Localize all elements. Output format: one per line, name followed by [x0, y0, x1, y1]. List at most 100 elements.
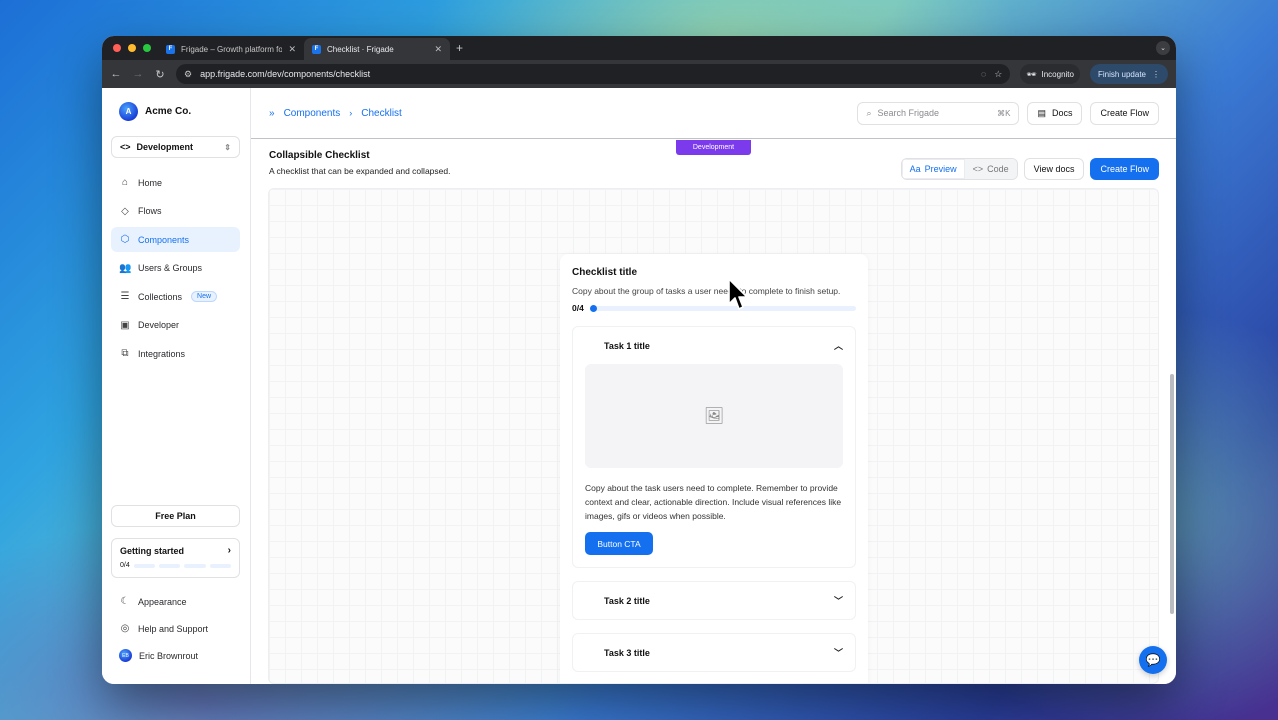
- sidebar-item-collections[interactable]: ☰ Collections New: [111, 284, 240, 309]
- breadcrumb-components[interactable]: Components: [284, 108, 341, 119]
- chevron-down-icon[interactable]: ﹀: [834, 594, 843, 607]
- close-window-button[interactable]: [113, 44, 121, 52]
- org-switcher[interactable]: A Acme Co.: [102, 88, 250, 121]
- sidebar-item-integrations[interactable]: ⧉ Integrations: [111, 341, 240, 366]
- task-cta-button[interactable]: Button CTA: [585, 532, 653, 555]
- tab-title: Frigade – Growth platform fo: [181, 44, 283, 54]
- sidebar-item-help[interactable]: ◎ Help and Support: [111, 616, 240, 641]
- finish-update-button[interactable]: Finish update ⋮: [1089, 64, 1168, 84]
- org-avatar: A: [119, 102, 138, 121]
- task-description: Copy about the task users need to comple…: [585, 483, 842, 521]
- minimize-window-button[interactable]: [128, 44, 136, 52]
- free-plan-button[interactable]: Free Plan: [111, 505, 240, 527]
- new-tab-icon[interactable]: +: [456, 41, 463, 55]
- forward-arrow-icon[interactable]: →: [132, 68, 144, 80]
- breadcrumb: » Components › Checklist: [269, 108, 402, 119]
- tab-preview[interactable]: Aa Preview: [901, 159, 965, 179]
- task-title: Task 1 title: [604, 340, 650, 351]
- create-flow-button[interactable]: Create Flow: [1090, 158, 1159, 180]
- checklist-progress: 0/4: [572, 303, 856, 313]
- sidebar-bottom-nav: ☾ Appearance ◎ Help and Support EB Eric …: [102, 589, 250, 670]
- progress-segment: [184, 563, 206, 568]
- sidebar-item-users-groups[interactable]: 👥 Users & Groups: [111, 256, 240, 281]
- maximize-window-button[interactable]: [143, 44, 151, 52]
- task-header[interactable]: Task 2 title ﹀: [573, 582, 855, 619]
- checklist-card: Checklist title Copy about the group of …: [560, 254, 868, 683]
- bookmark-star-icon[interactable]: ☆: [994, 69, 1002, 80]
- user-name: Eric Brownrout: [139, 650, 199, 661]
- view-docs-button[interactable]: View docs: [1023, 158, 1085, 180]
- chevron-down-icon[interactable]: ﹀: [834, 646, 843, 659]
- double-chevron-icon[interactable]: »: [269, 108, 275, 119]
- section-title: Collapsible Checklist: [269, 150, 370, 161]
- chat-icon: 💬: [1145, 653, 1161, 667]
- sidebar-nav: ⌂ Home ◇ Flows ⬡ Components 👥 Users & Gr…: [102, 170, 250, 366]
- environment-pill: Development: [676, 140, 751, 155]
- app-root: A Acme Co. <> Development ⇕ ⌂ Home ◇ Flo…: [102, 88, 1176, 684]
- tab-code[interactable]: <> Code: [964, 159, 1017, 179]
- lifebuoy-icon: ◎: [120, 623, 130, 634]
- search-shortcut: ⌘K: [997, 108, 1011, 118]
- sidebar-item-label: Integrations: [138, 348, 186, 359]
- tab-search-icon[interactable]: ⌄: [1156, 41, 1170, 55]
- code-brackets-icon: <>: [120, 142, 131, 152]
- image-placeholder: 🖼: [585, 364, 843, 468]
- task-title: Task 3 title: [604, 647, 650, 658]
- incognito-indicator[interactable]: 🕶 Incognito: [1020, 64, 1080, 84]
- task-item: Task 3 title ﹀: [572, 633, 856, 672]
- task-header[interactable]: Task 3 title ﹀: [573, 634, 855, 671]
- address-bar[interactable]: ⚙ app.frigade.com/dev/components/checkli…: [176, 64, 1011, 84]
- task-item: Task 1 title ︿ 🖼 Copy about the task use…: [572, 326, 856, 568]
- browser-tab-active[interactable]: F Checklist · Frigade ✕: [304, 38, 450, 60]
- top-bar: » Components › Checklist ⌕ Search Frigad…: [251, 88, 1176, 139]
- close-tab-icon[interactable]: ✕: [434, 44, 442, 55]
- frigade-favicon-icon: F: [166, 44, 175, 54]
- text-icon: Aa: [909, 164, 921, 174]
- more-vert-icon: ⋮: [1152, 69, 1160, 79]
- code-label: Code: [987, 164, 1009, 174]
- sidebar-item-home[interactable]: ⌂ Home: [111, 170, 240, 195]
- scrollbar[interactable]: [1170, 374, 1174, 614]
- sidebar-item-flows[interactable]: ◇ Flows: [111, 199, 240, 224]
- sidebar-item-appearance[interactable]: ☾ Appearance: [111, 589, 240, 614]
- back-arrow-icon[interactable]: ←: [110, 68, 122, 80]
- task-body: 🖼 Copy about the task users need to comp…: [573, 364, 855, 567]
- chevron-up-icon[interactable]: ︿: [834, 339, 843, 352]
- eye-off-icon[interactable]: ◌: [981, 69, 986, 79]
- chat-support-button[interactable]: 💬: [1139, 646, 1167, 674]
- chevron-updown-icon: ⇕: [224, 142, 231, 152]
- create-flow-top-button[interactable]: Create Flow: [1090, 101, 1159, 125]
- users-icon: 👥: [119, 262, 132, 274]
- breadcrumb-checklist[interactable]: Checklist: [361, 108, 402, 119]
- sidebar-item-label: Developer: [138, 320, 180, 330]
- sidebar-item-user[interactable]: EB Eric Brownrout: [111, 643, 240, 668]
- sidebar-item-developer[interactable]: ▣ Developer: [111, 313, 240, 338]
- task-header[interactable]: Task 1 title ︿: [573, 327, 855, 364]
- mouse-cursor-icon: [728, 278, 748, 310]
- sidebar-item-components[interactable]: ⬡ Components: [111, 227, 240, 252]
- section-actions: Aa Preview <> Code View docs Create Flow: [900, 158, 1159, 180]
- task-item: Task 2 title ﹀: [572, 581, 856, 620]
- site-settings-icon[interactable]: ⚙: [184, 69, 192, 80]
- moon-icon: ☾: [120, 596, 130, 607]
- new-badge: New: [191, 291, 218, 302]
- search-input[interactable]: ⌕ Search Frigade ⌘K: [857, 101, 1020, 125]
- sidebar-item-label: Components: [138, 234, 190, 245]
- sidebar-item-label: Home: [138, 177, 163, 188]
- section-header: Collapsible Checklist A checklist that c…: [269, 150, 450, 176]
- reload-icon[interactable]: ↻: [154, 68, 166, 81]
- browser-toolbar: ← → ↻ ⚙ app.frigade.com/dev/components/c…: [102, 60, 1176, 88]
- progress-count: 0/4: [572, 303, 584, 313]
- terminal-icon: ▣: [120, 319, 130, 331]
- close-tab-icon[interactable]: ✕: [288, 44, 296, 55]
- docs-label: Docs: [1051, 108, 1073, 118]
- progress-fill: [589, 304, 597, 312]
- browser-tab[interactable]: F Frigade – Growth platform fo ✕: [158, 38, 304, 60]
- sidebar: A Acme Co. <> Development ⇕ ⌂ Home ◇ Flo…: [102, 88, 251, 684]
- environment-selector[interactable]: <> Development ⇕: [111, 136, 240, 158]
- getting-started-card[interactable]: Getting started › 0/4: [111, 538, 240, 578]
- docs-button[interactable]: ▤ Docs: [1027, 101, 1083, 125]
- preview-canvas: Checklist title Copy about the group of …: [268, 188, 1159, 684]
- environment-label: Development: [136, 142, 194, 152]
- main-content: » Components › Checklist ⌕ Search Frigad…: [251, 88, 1176, 684]
